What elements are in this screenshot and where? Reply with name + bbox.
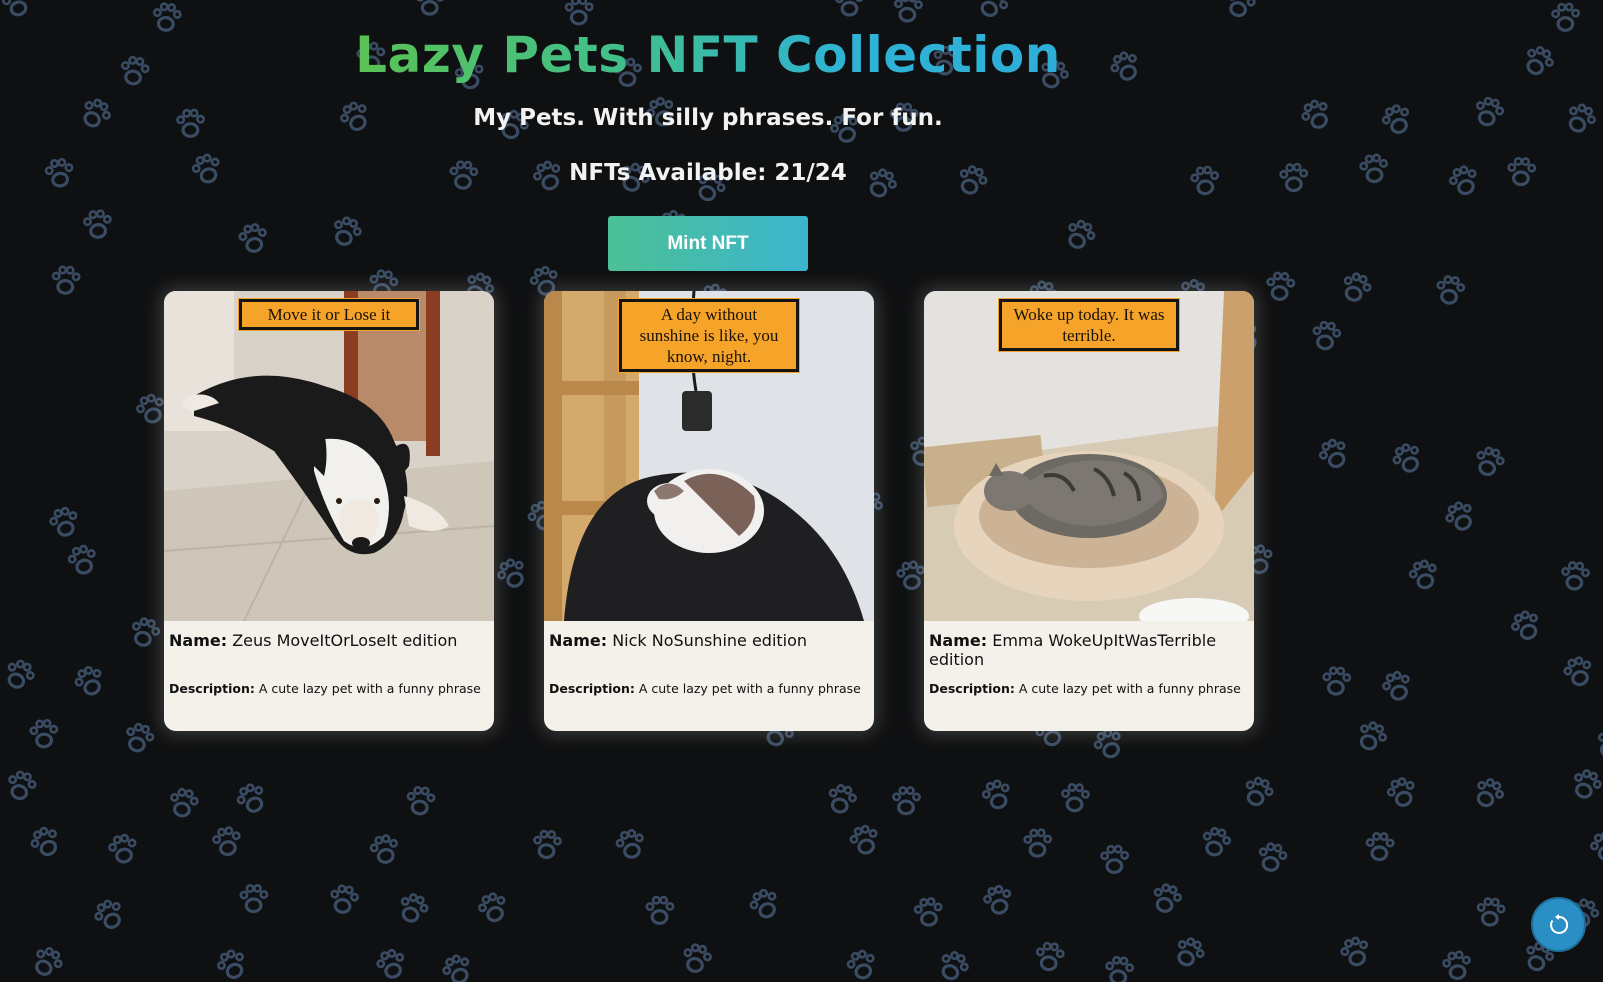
pet-phrase-label: Woke up today. It was terrible. <box>998 298 1180 352</box>
nft-image-cat-on-bag: A day without sunshine is like, you know… <box>544 291 874 621</box>
nft-name: Name: Emma WokeUpItWasTerrible edition <box>929 631 1249 681</box>
description-label: Description: <box>929 681 1015 696</box>
nft-image-dog: Move it or Lose it <box>164 291 494 621</box>
nft-description: Description: A cute lazy pet with a funn… <box>549 681 869 697</box>
nft-name-value: Zeus MoveItOrLoseIt edition <box>232 631 458 650</box>
refresh-button[interactable] <box>1531 897 1586 952</box>
nft-name: Name: Zeus MoveItOrLoseIt edition <box>169 631 489 681</box>
nft-name-value: Nick NoSunshine edition <box>612 631 808 650</box>
nft-description: Description: A cute lazy pet with a funn… <box>929 681 1249 697</box>
mint-nft-button[interactable]: Mint NFT <box>608 216 808 271</box>
page-subtitle: My Pets. With silly phrases. For fun. <box>473 105 943 131</box>
page: Lazy Pets NFT Collection My Pets. With s… <box>0 0 1603 982</box>
nft-description-value: A cute lazy pet with a funny phrase <box>638 681 861 696</box>
nft-description: Description: A cute lazy pet with a funn… <box>169 681 489 697</box>
nft-description-value: A cute lazy pet with a funny phrase <box>258 681 481 696</box>
refresh-icon <box>1549 913 1568 934</box>
nft-image-cat-in-bed: Woke up today. It was terrible. <box>924 291 1254 621</box>
description-label: Description: <box>169 681 255 696</box>
page-title: Lazy Pets NFT Collection <box>0 26 1416 84</box>
name-label: Name: <box>169 631 228 650</box>
description-label: Description: <box>549 681 635 696</box>
pet-phrase-label: Move it or Lose it <box>238 298 420 331</box>
nft-card[interactable]: Woke up today. It was terrible. Name: Em… <box>924 291 1254 731</box>
name-label: Name: <box>549 631 608 650</box>
nft-card[interactable]: A day without sunshine is like, you know… <box>544 291 874 731</box>
nft-description-value: A cute lazy pet with a funny phrase <box>1018 681 1241 696</box>
nft-card[interactable]: Move it or Lose it Name: Zeus MoveItOrLo… <box>164 291 494 731</box>
nft-name: Name: Nick NoSunshine edition <box>549 631 869 681</box>
pet-phrase-label: A day without sunshine is like, you know… <box>618 298 800 373</box>
nfts-available-count: NFTs Available: 21/24 <box>569 160 847 186</box>
name-label: Name: <box>929 631 988 650</box>
